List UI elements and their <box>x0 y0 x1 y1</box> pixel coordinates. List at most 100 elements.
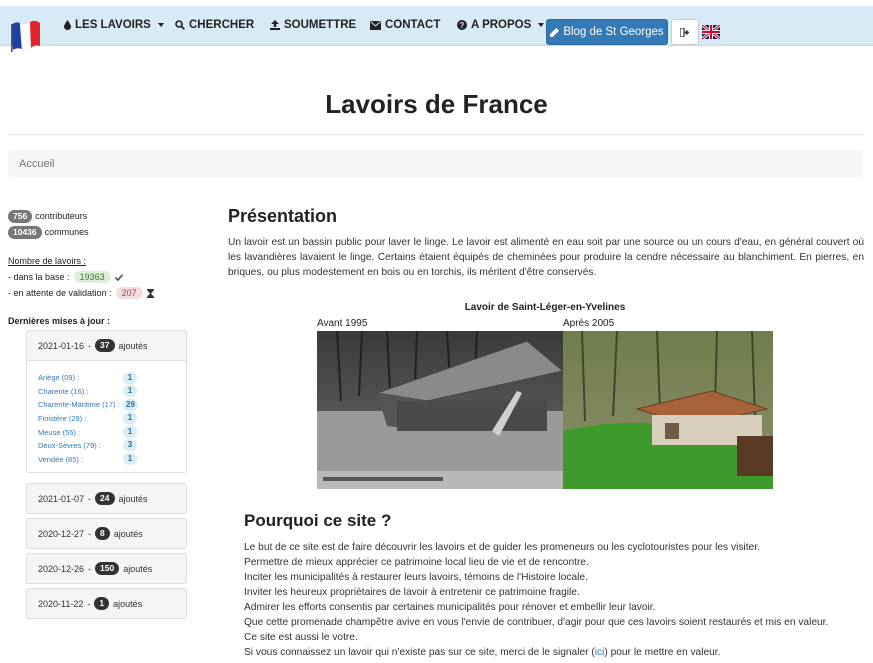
update-date: 2021-01-16 <box>38 340 85 351</box>
presentation-heading: Présentation <box>228 206 338 226</box>
update-panel-header[interactable]: 2020-12-26 - 150 ajoutés <box>27 554 186 583</box>
navbar: LES LAVOIRS CHERCHER SOUMETTRE CONTACT ?… <box>0 6 873 52</box>
dept-count-badge: 1 <box>123 412 137 425</box>
dept-name: Charente (16) : <box>38 386 89 396</box>
update-count-badge: 1 <box>94 597 110 610</box>
in-base-label: - dans la base : <box>8 272 70 282</box>
update-label: ajoutés <box>118 340 148 351</box>
search-icon <box>175 20 185 30</box>
lavoirs-count-title: Nombre de lavoirs : <box>8 256 87 266</box>
dept-row[interactable]: Charente (16) : 1 <box>38 385 186 399</box>
dept-name: Ariège (09) : <box>38 373 80 383</box>
dept-row[interactable]: Finistère (29) : 1 <box>38 412 186 426</box>
update-panel-header[interactable]: 2020-11-22 - 1 ajoutés <box>27 589 186 618</box>
breadcrumb-home[interactable]: Accueil <box>19 158 54 170</box>
signal-line: Si vous connaissez un lavoir qui n'exist… <box>244 645 864 660</box>
logout-button[interactable] <box>671 19 699 45</box>
dept-name: Meuse (55) : <box>38 427 81 437</box>
update-panel-header[interactable]: 2020-12-27 - 8 ajoutés <box>27 519 186 548</box>
nav-chercher-label: CHERCHER <box>189 19 255 31</box>
update-panel-header[interactable]: 2021-01-07 - 24 ajoutés <box>27 484 186 513</box>
communes-label: communes <box>44 227 89 237</box>
blog-button-label: Blog de St Georges <box>563 26 664 38</box>
pourquoi-line: Inciter les municipalités à restaurer le… <box>244 572 588 583</box>
pourquoi-line: Le but de ce site est de faire découvrir… <box>244 542 760 553</box>
update-date: 2020-12-27 <box>38 528 85 539</box>
nav-apropos-dropdown[interactable]: ? A PROPOS <box>457 19 545 31</box>
uk-flag-icon[interactable] <box>702 25 720 39</box>
update-count-badge: 8 <box>95 527 110 540</box>
figure-title: Lavoir de Saint-Léger-en-Yvelines <box>464 302 626 313</box>
update-label: ajoutés <box>113 598 143 609</box>
check-icon <box>114 273 123 281</box>
contributors-stat: 756 contributeurs <box>8 208 193 224</box>
droplet-icon <box>64 20 71 30</box>
figure-before-caption: Avant 1995 <box>317 318 368 329</box>
lavoir-comparison-photo <box>317 331 773 489</box>
envelope-icon <box>370 20 381 30</box>
hourglass-icon <box>146 288 154 298</box>
figure-after-caption: Après 2005 <box>563 318 615 329</box>
pourquoi-line: Que cette promenade champêtre avive en v… <box>244 617 829 628</box>
update-count-badge: 37 <box>95 339 115 352</box>
question-circle-icon: ? <box>457 20 467 30</box>
title-divider <box>8 134 863 135</box>
update-panel-details: Ariège (09) : 1 Charente (16) : 1 Charente… <box>27 360 186 473</box>
pourquoi-line: Inviter les heureux propriétaires de lav… <box>244 587 580 598</box>
dept-row[interactable]: Meuse (55) : 1 <box>38 425 186 439</box>
dept-row[interactable]: Vendée (85) : 1 <box>38 453 186 467</box>
pending-label: - en attente de validation : <box>8 288 112 298</box>
chevron-down-icon <box>157 23 164 27</box>
contributors-count-badge: 756 <box>8 209 33 223</box>
presentation-paragraph: Un lavoir est un bassin public pour lave… <box>228 237 864 278</box>
nav-apropos-label: A PROPOS <box>471 19 532 31</box>
update-panel-2021-01-07[interactable]: 2021-01-07 - 24 ajoutés <box>26 483 187 514</box>
pourquoi-text: Le but de ce site est de faire découvrir… <box>244 540 864 660</box>
lavoirs-pending-row: - en attente de validation : 207 <box>8 285 193 301</box>
update-count-badge: 150 <box>95 562 120 575</box>
signal-link[interactable]: ici <box>595 647 605 658</box>
signal-text-before: Si vous connaissez un lavoir qui n'exist… <box>244 647 595 658</box>
nav-contact-link[interactable]: CONTACT <box>370 19 440 31</box>
nav-chercher-link[interactable]: CHERCHER <box>175 19 254 31</box>
update-panel-2020-11-22[interactable]: 2020-11-22 - 1 ajoutés <box>26 588 187 619</box>
nav-lavoirs-dropdown[interactable]: LES LAVOIRS <box>64 19 164 31</box>
logout-icon <box>680 27 690 37</box>
in-base-count-badge: 19363 <box>73 271 111 283</box>
pending-count-badge: 207 <box>115 287 143 299</box>
page-title: Lavoirs de France <box>325 89 548 119</box>
nav-lavoirs-label: LES LAVOIRS <box>75 19 151 31</box>
dept-row[interactable]: Ariège (09) : 1 <box>38 371 186 385</box>
update-panel-2020-12-26[interactable]: 2020-12-26 - 150 ajoutés <box>26 553 187 584</box>
update-label: ajoutés <box>118 493 148 504</box>
sidebar-stats: 756 contributeurs 10436 communes Nombre … <box>8 208 193 329</box>
dept-count-badge: 1 <box>123 385 137 398</box>
communes-count-badge: 10436 <box>8 225 42 239</box>
pourquoi-line: Admirer les efforts consentis par certai… <box>244 602 656 613</box>
lavoirs-in-base-row: - dans la base : 19363 <box>8 269 193 285</box>
dept-name: Deux-Sèvres (79) : <box>38 441 101 451</box>
update-panel-2020-12-27[interactable]: 2020-12-27 - 8 ajoutés <box>26 518 187 549</box>
dept-row[interactable]: Charente-Maritime (17) :29 <box>38 398 186 412</box>
upload-icon <box>270 20 280 30</box>
nav-contact-label: CONTACT <box>385 19 441 31</box>
svg-text:?: ? <box>460 21 465 30</box>
dept-name: Finistère (29) : <box>38 414 87 424</box>
signal-text-after: ) pour le mettre en valeur. <box>604 647 721 658</box>
update-panel-2021-01-16: 2021-01-16 - 37 ajoutés Ariège (09) : 1 C… <box>26 330 187 474</box>
nav-soumettre-link[interactable]: SOUMETTRE <box>270 19 356 31</box>
update-count-badge: 24 <box>95 492 115 505</box>
dept-count-badge: 3 <box>123 439 137 452</box>
blog-button[interactable]: Blog de St Georges <box>546 19 668 45</box>
update-panel-header[interactable]: 2021-01-16 - 37 ajoutés <box>27 331 186 360</box>
contributors-label: contributeurs <box>35 211 88 221</box>
dept-count-badge: 1 <box>123 371 137 384</box>
french-flag-logo-icon[interactable] <box>8 15 42 53</box>
breadcrumb: Accueil <box>8 150 863 177</box>
pourquoi-line: Permettre de mieux apprécier ce patrimoi… <box>244 557 589 568</box>
pourquoi-line: Ce site est aussi le votre. <box>244 632 358 643</box>
dept-row[interactable]: Deux-Sèvres (79) : 3 <box>38 439 186 453</box>
dept-name: Vendée (85) : <box>38 454 84 464</box>
dept-count-badge: 1 <box>123 425 137 438</box>
pourquoi-heading: Pourquoi ce site ? <box>244 511 392 530</box>
